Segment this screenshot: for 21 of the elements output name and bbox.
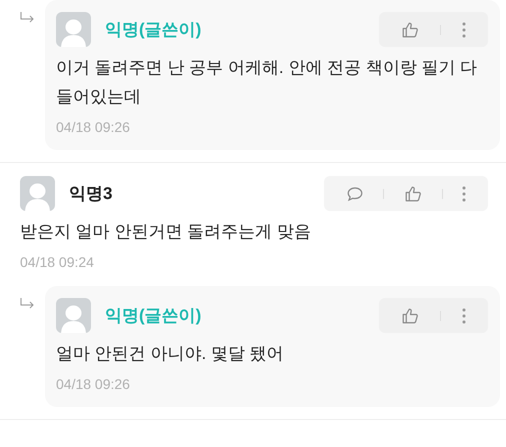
timestamp: 04/18 09:24 bbox=[20, 253, 95, 272]
thumbs-up-icon[interactable] bbox=[404, 184, 422, 202]
reply-arrow-icon bbox=[20, 12, 34, 24]
avatar-icon bbox=[56, 298, 91, 333]
timestamp: 04/18 09:26 bbox=[56, 375, 131, 394]
comment-text: 이거 돌려주면 난 공부 어케해. 안에 전공 책이랑 필기 다 들어있는데 bbox=[56, 57, 478, 108]
thumbs-up-icon[interactable] bbox=[401, 20, 420, 38]
author-name: 익명(글쓴이) bbox=[105, 18, 202, 41]
timestamp: 04/18 09:26 bbox=[56, 118, 131, 137]
avatar-icon bbox=[56, 12, 91, 47]
reply-arrow-icon bbox=[20, 298, 34, 310]
speech-bubble-icon[interactable] bbox=[346, 184, 364, 202]
author-name: 익명3 bbox=[69, 182, 112, 205]
comment-text: 받은지 얼마 안된거면 돌려주는게 맞음 bbox=[20, 221, 312, 243]
avatar-icon bbox=[20, 176, 55, 211]
thumbs-up-icon[interactable] bbox=[401, 306, 420, 324]
more-icon[interactable] bbox=[462, 22, 466, 38]
more-icon[interactable] bbox=[462, 308, 466, 324]
author-name: 익명(글쓴이) bbox=[105, 304, 202, 327]
comment-text: 얼마 안된건 아니야. 몇달 됐어 bbox=[56, 343, 285, 365]
more-icon[interactable] bbox=[462, 186, 466, 202]
